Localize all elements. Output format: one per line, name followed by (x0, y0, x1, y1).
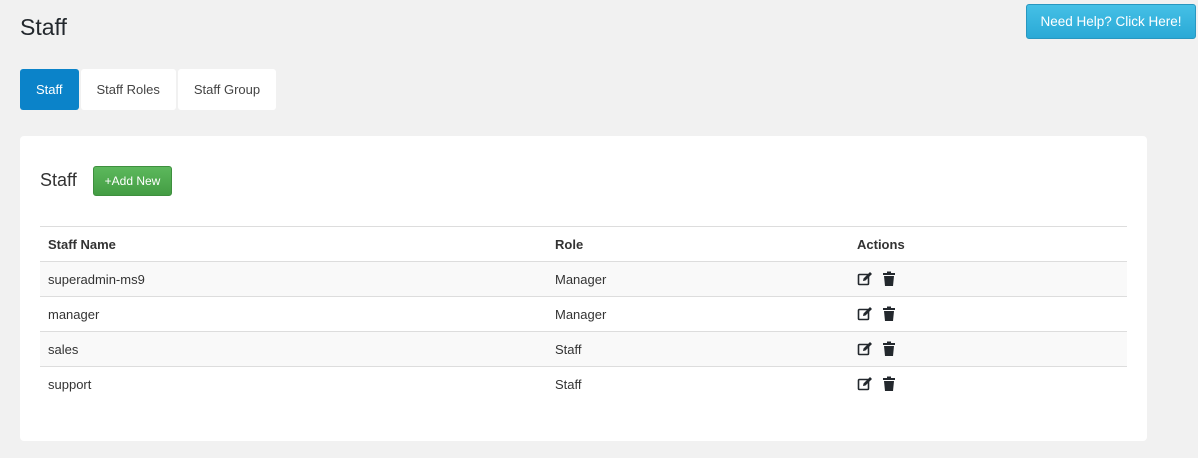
staff-name-cell: superadmin-ms9 (40, 261, 547, 297)
actions-cell (849, 261, 1127, 297)
add-new-button[interactable]: +Add New (93, 166, 172, 196)
trash-icon[interactable] (881, 306, 897, 322)
need-help-button[interactable]: Need Help? Click Here! (1026, 4, 1196, 39)
role-cell: Staff (547, 331, 849, 367)
column-header-role: Role (547, 226, 849, 262)
edit-icon[interactable] (857, 376, 873, 392)
table-row: support Staff (40, 367, 1127, 402)
role-cell: Manager (547, 296, 849, 332)
edit-icon[interactable] (857, 341, 873, 357)
column-header-staff-name: Staff Name (40, 226, 547, 262)
edit-icon[interactable] (857, 271, 873, 287)
edit-icon[interactable] (857, 306, 873, 322)
tab-staff-group[interactable]: Staff Group (177, 69, 277, 110)
actions-cell (849, 296, 1127, 332)
table-row: manager Manager (40, 296, 1127, 332)
role-cell: Manager (547, 261, 849, 297)
staff-name-cell: sales (40, 331, 547, 367)
trash-icon[interactable] (881, 376, 897, 392)
staff-table: Staff Name Role Actions superadmin-ms9 M… (40, 226, 1127, 402)
role-cell: Staff (555, 376, 582, 392)
card-title: Staff (40, 170, 77, 190)
staff-name-cell: manager (40, 296, 547, 332)
table-header-row: Staff Name Role Actions (40, 226, 1127, 262)
trash-icon[interactable] (881, 271, 897, 287)
table-row: sales Staff (40, 331, 1127, 367)
page-title: Staff (20, 14, 67, 40)
staff-name-cell: support (48, 376, 92, 392)
column-header-actions: Actions (849, 226, 1127, 262)
tab-staff[interactable]: Staff (20, 69, 79, 110)
table-row: superadmin-ms9 Manager (40, 261, 1127, 297)
actions-cell (849, 331, 1127, 367)
tab-bar: Staff Staff Roles Staff Group (20, 69, 277, 110)
tab-staff-roles[interactable]: Staff Roles (80, 69, 176, 110)
trash-icon[interactable] (881, 341, 897, 357)
actions-cell (849, 367, 1127, 402)
staff-card: Staff +Add New Staff Name Role Actions s… (20, 136, 1147, 441)
